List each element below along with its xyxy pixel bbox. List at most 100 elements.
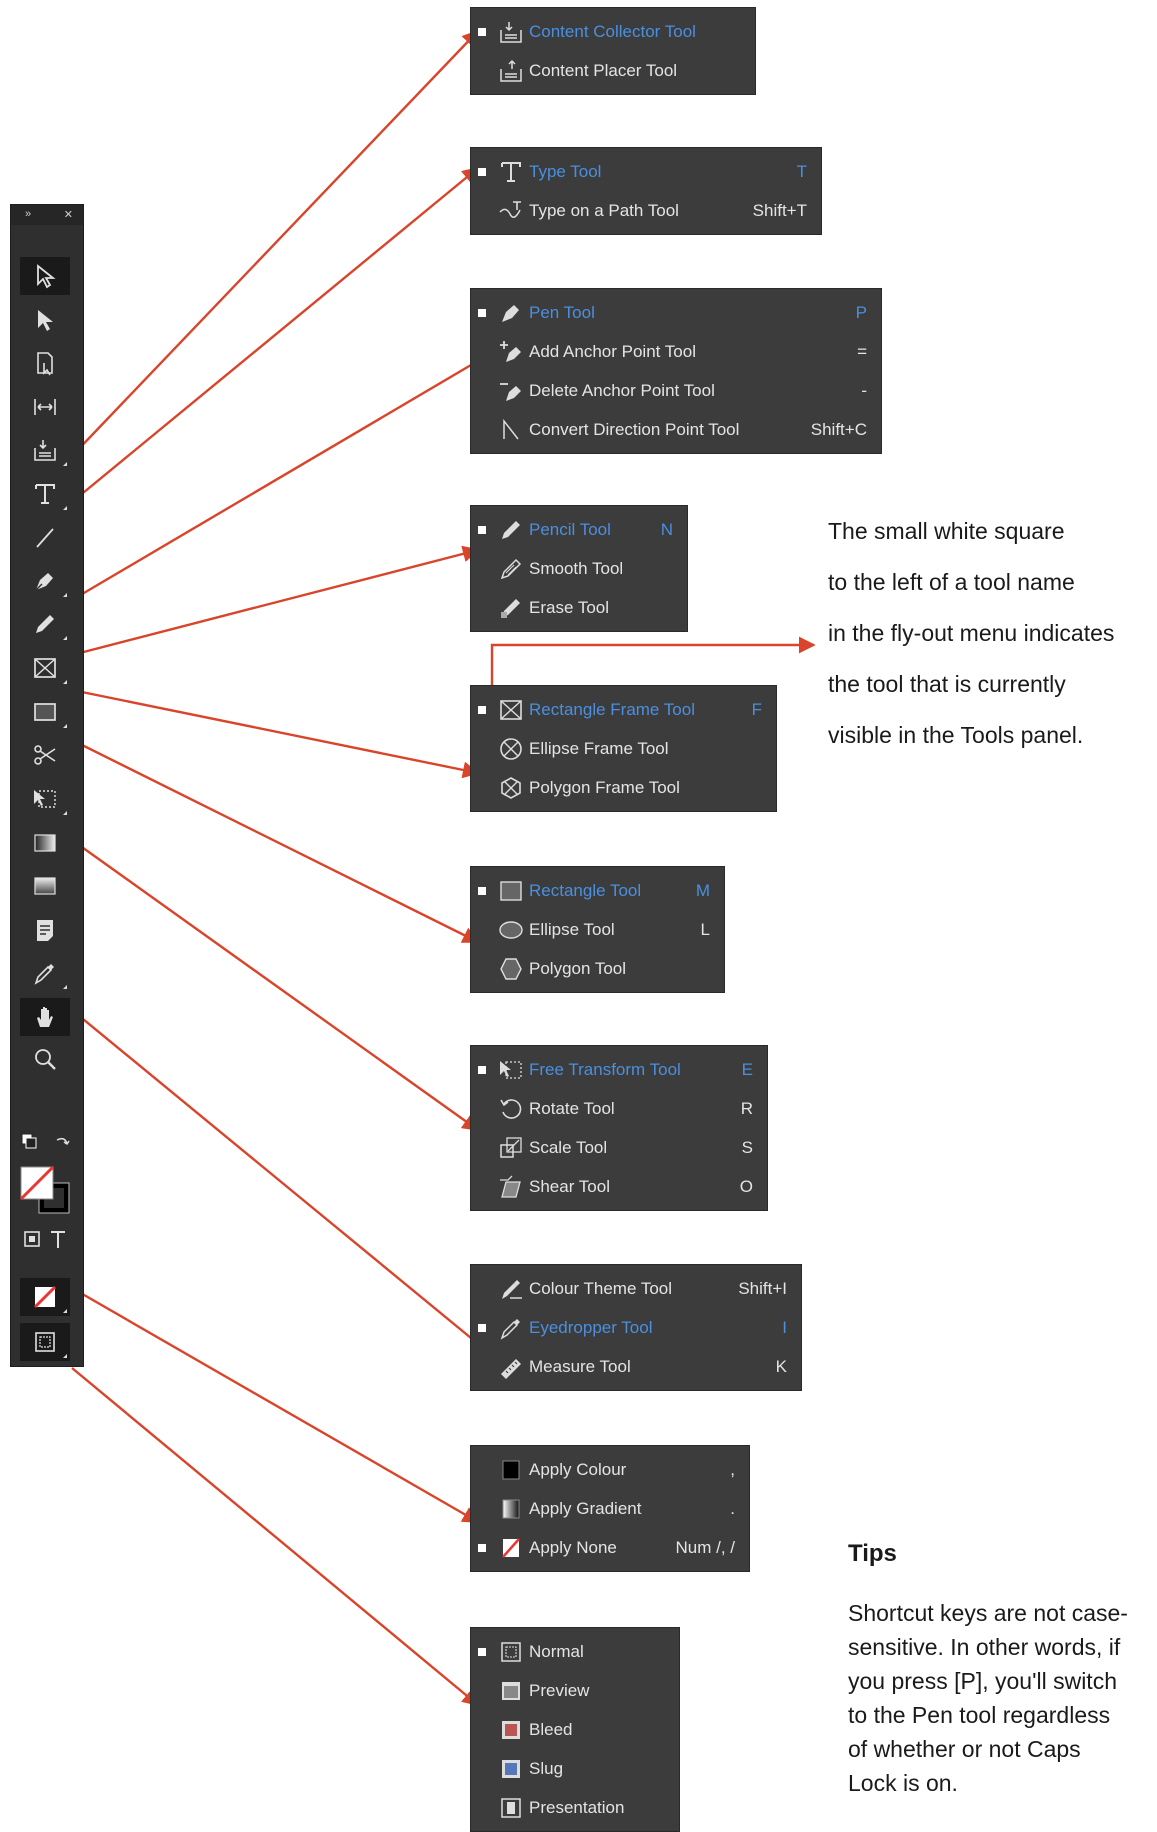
note-line: in the fly-out menu indicates: [828, 620, 1115, 646]
menu-item-rectangle-frame[interactable]: Rectangle Frame Tool F: [471, 690, 776, 729]
page-tool-icon: [37, 352, 53, 376]
menu-item-bleed-mode[interactable]: Bleed: [471, 1710, 679, 1749]
collapse-icon[interactable]: »: [25, 208, 31, 220]
menu-item-eyedropper[interactable]: Eyedropper Tool I: [471, 1308, 801, 1347]
selection-arrow-icon: [37, 264, 56, 289]
menu-item-preview-mode[interactable]: Preview: [471, 1671, 679, 1710]
zoom-tool-button[interactable]: [20, 1041, 70, 1079]
menu-item-label: Pen Tool: [529, 302, 595, 322]
polygon-frame-icon: [501, 776, 521, 799]
current-tool-marker: [478, 886, 486, 895]
menu-item-ellipse-tool[interactable]: Ellipse Tool L: [471, 910, 724, 949]
selection-tool-button[interactable]: [20, 257, 70, 295]
apply-gradient-icon: [502, 1499, 520, 1518]
flyout-indicator: [63, 636, 67, 640]
formatting-affects-area[interactable]: [19, 1225, 75, 1255]
menu-item-rotate-tool[interactable]: Rotate Tool R: [471, 1089, 767, 1128]
menu-item-delete-anchor[interactable]: Delete Anchor Point Tool -: [471, 371, 881, 410]
apply-none-button[interactable]: [20, 1278, 70, 1316]
type-icon: [35, 484, 55, 504]
content-collector-tool-button[interactable]: [20, 431, 70, 469]
menu-item-measure[interactable]: Measure Tool K: [471, 1347, 801, 1386]
menu-item-apply-none[interactable]: Apply None Num /, /: [471, 1528, 749, 1567]
rectangle-frame-tool-button[interactable]: [20, 649, 70, 687]
content-collector-icon: [500, 21, 522, 43]
arrow-eyedropper: [71, 1009, 490, 1354]
swap-fill-stroke-area[interactable]: [19, 1130, 75, 1160]
menu-item-add-anchor[interactable]: Add Anchor Point Tool =: [471, 332, 881, 371]
menu-item-scale-tool[interactable]: Scale Tool S: [471, 1128, 767, 1167]
gradient-swatch-tool-button[interactable]: [20, 824, 70, 862]
screen-mode-button[interactable]: [20, 1323, 70, 1361]
scissors-tool-button[interactable]: [20, 736, 70, 774]
rectangle-tool-button[interactable]: [20, 693, 70, 731]
menu-item-convert-direction[interactable]: Convert Direction Point Tool Shift+C: [471, 410, 881, 449]
gap-tool-button[interactable]: [20, 388, 70, 426]
menu-item-ellipse-frame[interactable]: Ellipse Frame Tool: [471, 729, 776, 768]
flyout-indicator: [63, 811, 67, 815]
menu-item-normal-mode[interactable]: Normal: [471, 1632, 679, 1671]
menu-item-apply-gradient[interactable]: Apply Gradient .: [471, 1489, 749, 1528]
menu-item-rectangle-tool[interactable]: Rectangle Tool M: [471, 871, 724, 910]
menu-item-type-tool[interactable]: Type Tool T: [471, 152, 821, 191]
pencil-tool-button[interactable]: [20, 605, 70, 643]
menu-item-polygon-frame[interactable]: Polygon Frame Tool: [471, 768, 776, 807]
menu-item-shear-tool[interactable]: Shear Tool O: [471, 1167, 767, 1206]
shortcut-key: L: [700, 919, 710, 939]
menu-item-polygon-tool[interactable]: Polygon Tool: [471, 949, 724, 988]
type-tool-button[interactable]: [20, 475, 70, 513]
arrow-apply: [71, 1286, 480, 1524]
apply-none-icon: [33, 1285, 57, 1309]
white-square-note: The small white square to the left of a …: [828, 506, 1157, 761]
rectangle-icon: [500, 880, 522, 901]
menu-item-presentation-mode[interactable]: Presentation: [471, 1788, 679, 1827]
fill-stroke-swatches[interactable]: [19, 1165, 75, 1217]
hand-tool-button[interactable]: [20, 998, 70, 1036]
menu-item-slug-mode[interactable]: Slug: [471, 1749, 679, 1788]
page-tool-button[interactable]: [20, 344, 70, 382]
menu-item-type-on-path[interactable]: Type on a Path Tool Shift+T: [471, 191, 821, 230]
flyout-pencil-tools: Pencil Tool N Smooth Tool Erase Tool: [470, 505, 688, 632]
menu-item-pen-tool[interactable]: Pen Tool P: [471, 293, 881, 332]
menu-item-free-transform[interactable]: Free Transform Tool E: [471, 1050, 767, 1089]
menu-item-colour-theme[interactable]: Colour Theme Tool Shift+I: [471, 1269, 801, 1308]
menu-item-erase-tool[interactable]: Erase Tool: [471, 588, 687, 627]
menu-item-content-placer[interactable]: Content Placer Tool: [471, 51, 755, 90]
eyedropper-icon: [34, 964, 54, 985]
current-tool-marker: [478, 1323, 486, 1332]
apply-colour-icon: [502, 1460, 520, 1479]
current-tool-marker: [478, 1543, 486, 1552]
preview-mode-icon: [502, 1681, 520, 1700]
arrow-pencil: [71, 545, 480, 657]
container-text-icon: [24, 1231, 65, 1248]
pen-tool-button[interactable]: [20, 562, 70, 600]
shear-icon: [500, 1175, 521, 1198]
gradient-feather-tool-button[interactable]: [20, 867, 70, 905]
flyout-indicator: [63, 506, 67, 510]
menu-item-label: Smooth Tool: [529, 558, 624, 578]
eyedropper-tool-button[interactable]: [20, 954, 70, 992]
direct-selection-tool-button[interactable]: [20, 301, 70, 339]
rectangle-frame-icon: [34, 658, 56, 678]
note-icon: [37, 920, 53, 941]
menu-item-label: Shear Tool: [529, 1176, 610, 1196]
flyout-indicator: [63, 680, 67, 684]
note-tool-button[interactable]: [20, 911, 70, 949]
panel-header: » ✕: [11, 205, 83, 225]
menu-item-smooth-tool[interactable]: Smooth Tool: [471, 549, 687, 588]
menu-item-label: Presentation: [529, 1797, 625, 1817]
menu-item-label: Colour Theme Tool: [529, 1278, 673, 1298]
menu-item-label: Preview: [529, 1680, 590, 1700]
free-transform-tool-button[interactable]: [20, 780, 70, 818]
menu-item-apply-colour[interactable]: Apply Colour ,: [471, 1450, 749, 1489]
shortcut-key: E: [741, 1059, 753, 1079]
flyout-content-tools: Content Collector Tool Content Placer To…: [470, 7, 756, 95]
close-icon[interactable]: ✕: [64, 208, 73, 221]
rotate-icon: [500, 1098, 522, 1119]
apply-none-icon: [502, 1537, 520, 1558]
line-tool-button[interactable]: [20, 519, 70, 557]
scissors-icon: [34, 745, 56, 765]
menu-item-content-collector[interactable]: Content Collector Tool: [471, 12, 755, 51]
menu-item-pencil-tool[interactable]: Pencil Tool N: [471, 510, 687, 549]
slug-mode-icon: [502, 1759, 520, 1778]
